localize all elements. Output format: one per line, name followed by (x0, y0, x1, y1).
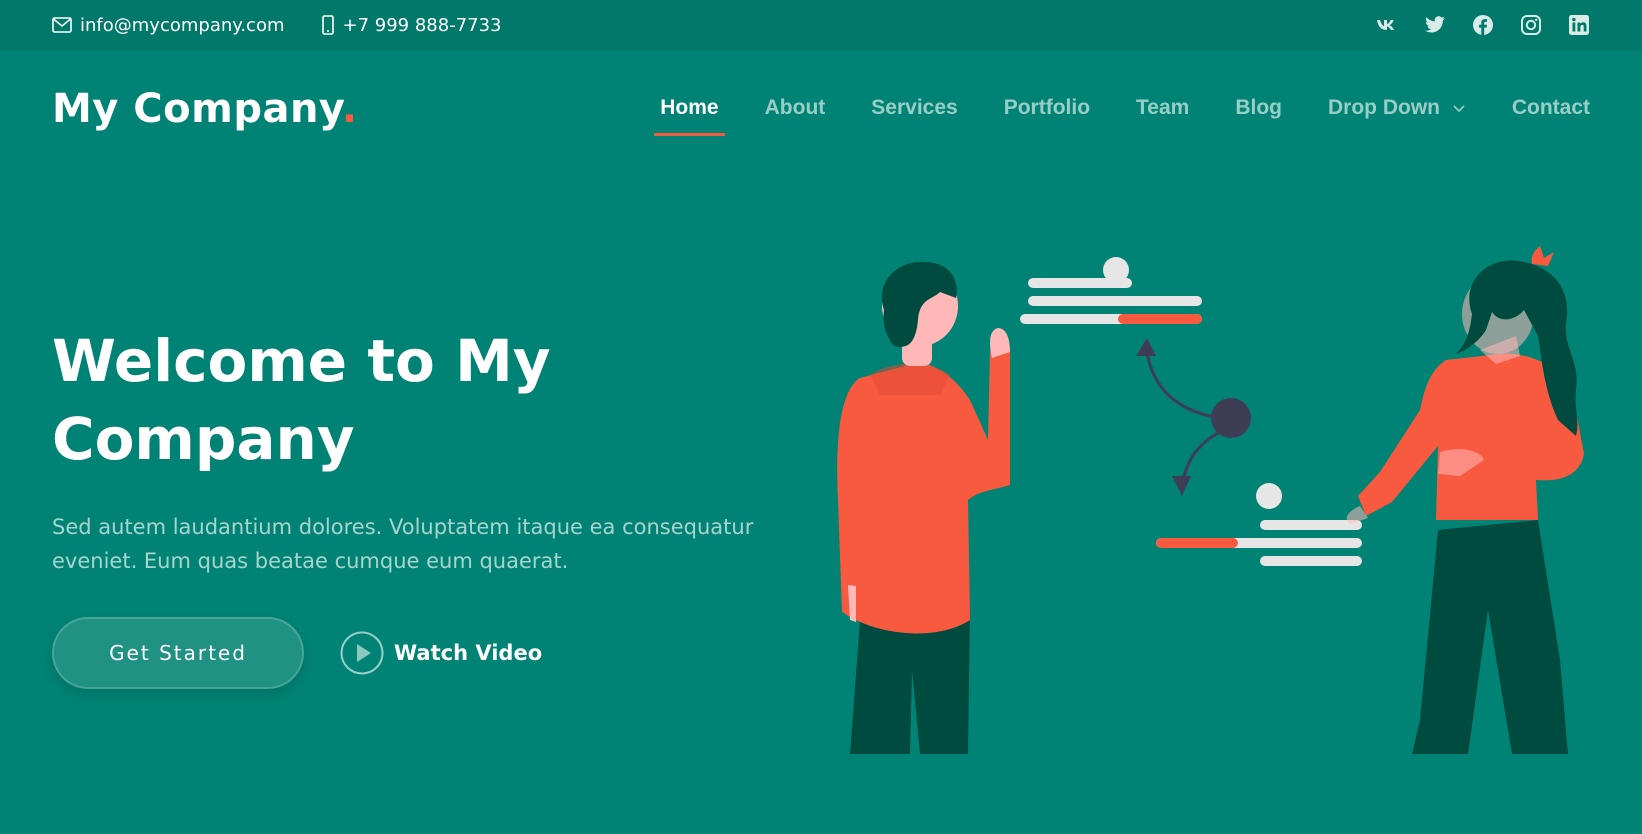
social-links (1376, 14, 1590, 36)
watch-video-button[interactable]: Watch Video (340, 631, 542, 675)
nav-about[interactable]: About (765, 96, 826, 130)
nav-dropdown[interactable]: Drop Down (1328, 96, 1466, 130)
watch-video-label: Watch Video (394, 641, 543, 665)
topbar: info@mycompany.com +7 999 888-7733 (0, 0, 1642, 50)
nav-contact[interactable]: Contact (1512, 96, 1590, 130)
email-item[interactable]: info@mycompany.com (52, 15, 285, 36)
vk-icon[interactable] (1376, 14, 1398, 36)
hero-text: Sed autem laudantium dolores. Voluptatem… (52, 515, 754, 573)
logo-text: My Company (52, 86, 342, 132)
envelope-icon (52, 17, 72, 33)
phone-item[interactable]: +7 999 888-7733 (321, 15, 502, 36)
phone-icon (321, 15, 334, 35)
top-card-graphic (1020, 257, 1202, 324)
nav-services[interactable]: Services (871, 96, 957, 130)
logo-dot: . (341, 86, 358, 132)
hero-title: Welcome to My Company (52, 327, 551, 473)
twitter-icon[interactable] (1424, 14, 1446, 36)
connector-graphic (1136, 338, 1251, 496)
nav-home[interactable]: Home (654, 96, 726, 136)
get-started-label: Get Started (109, 641, 247, 665)
email-text: info@mycompany.com (80, 14, 285, 36)
get-started-button[interactable]: Get Started (52, 617, 304, 689)
play-icon (340, 631, 384, 675)
phone-text: +7 999 888-7733 (342, 14, 502, 36)
contact-info: info@mycompany.com +7 999 888-7733 (52, 15, 538, 36)
chevron-down-icon (1453, 105, 1465, 113)
nav-blog[interactable]: Blog (1235, 96, 1282, 130)
linkedin-icon[interactable] (1568, 14, 1590, 36)
nav-portfolio[interactable]: Portfolio (1004, 96, 1090, 130)
man-figure (837, 261, 1010, 754)
woman-figure (1346, 246, 1584, 754)
main-nav: Home About Services Portfolio Team Blog … (614, 96, 1590, 136)
hero-illustration (837, 246, 1584, 754)
logo[interactable]: My Company. (52, 86, 358, 132)
nav-dropdown-label: Drop Down (1328, 96, 1440, 119)
instagram-icon[interactable] (1520, 14, 1542, 36)
bottom-card-graphic (1156, 483, 1362, 566)
nav-team[interactable]: Team (1136, 96, 1189, 130)
facebook-icon[interactable] (1472, 14, 1494, 36)
